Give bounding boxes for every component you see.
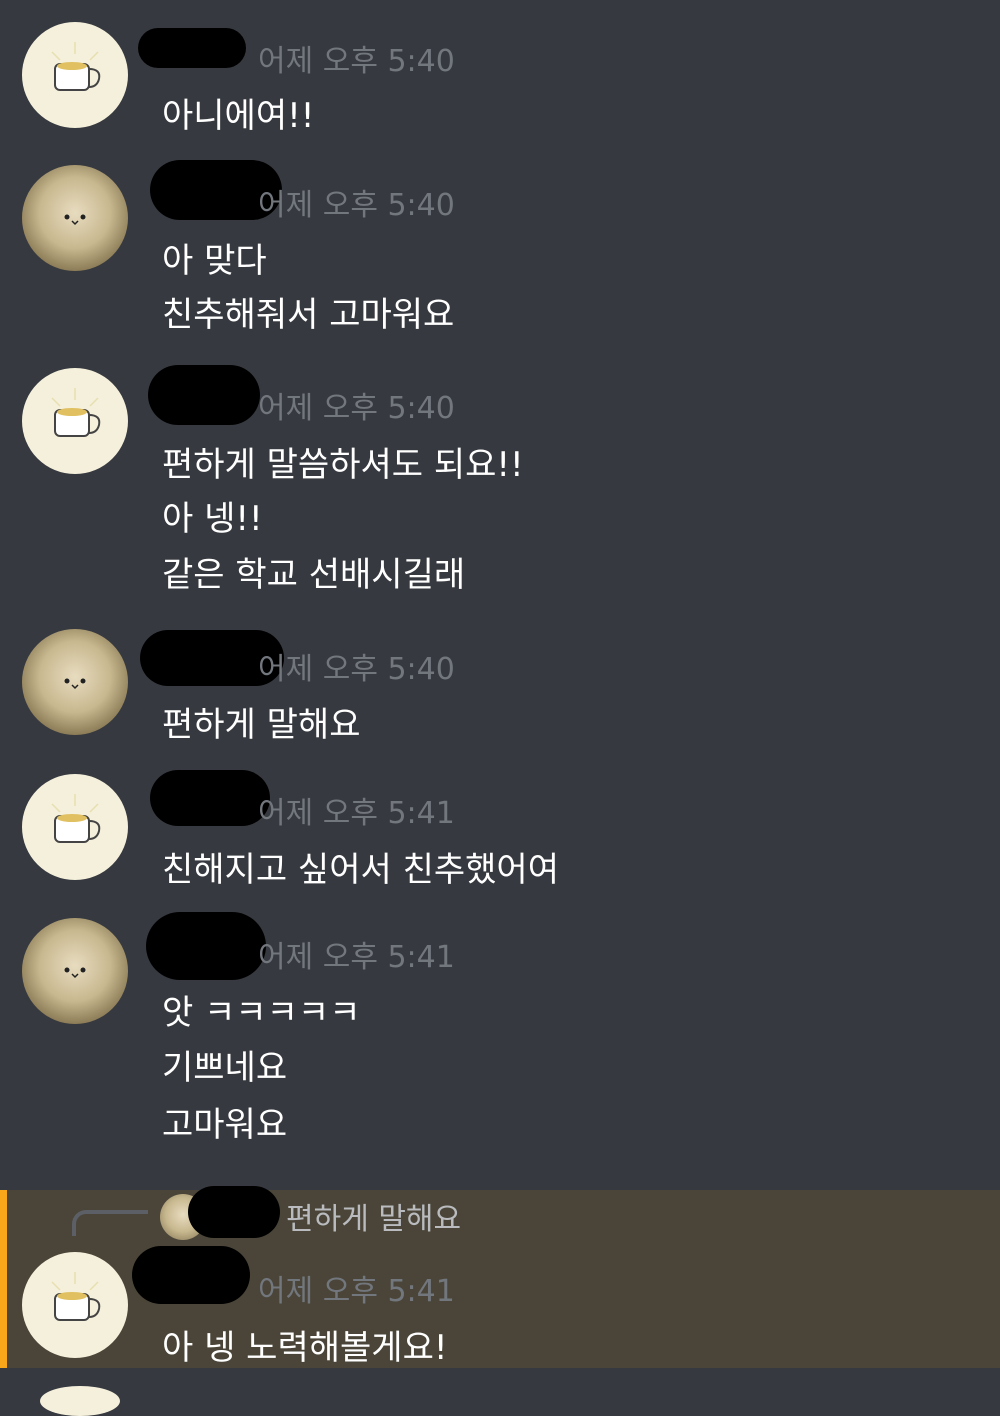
avatar[interactable] bbox=[40, 1386, 120, 1416]
avatar[interactable] bbox=[22, 22, 128, 128]
timestamp: 어제 오후 5:40 bbox=[258, 44, 455, 79]
timestamp: 어제 오후 5:40 bbox=[258, 188, 455, 223]
message-text: 편하게 말씀하셔도 되요!! bbox=[162, 445, 524, 485]
message-text: 친해지고 싶어서 친추했어여 bbox=[162, 850, 559, 890]
cat-face-icon bbox=[64, 214, 86, 226]
message-text: 친추해줘서 고마워요 bbox=[162, 295, 455, 335]
avatar[interactable] bbox=[22, 918, 128, 1024]
message-text: 아 넹 노력해볼게요! bbox=[162, 1328, 448, 1368]
message-text: 아니에여!! bbox=[162, 96, 315, 136]
message-text: 고마워요 bbox=[162, 1105, 288, 1145]
redacted-username bbox=[150, 770, 270, 826]
highlighted-reply-message: 편하게 말해요 어제 오후 5:41 아 넹 노력해볼게요! bbox=[0, 1186, 1000, 1368]
timestamp: 어제 오후 5:40 bbox=[258, 391, 455, 426]
timestamp: 어제 오후 5:40 bbox=[258, 652, 455, 687]
timestamp: 어제 오후 5:41 bbox=[258, 940, 455, 975]
reply-quote[interactable]: 편하게 말해요 bbox=[286, 1194, 461, 1238]
avatar[interactable] bbox=[22, 629, 128, 735]
message-text: 아 넹!! bbox=[162, 499, 263, 539]
avatar[interactable] bbox=[22, 165, 128, 271]
redacted-username bbox=[132, 1246, 250, 1304]
message-text: 아 맞다 bbox=[162, 241, 267, 281]
redacted-username bbox=[138, 28, 246, 68]
cat-face-icon bbox=[64, 967, 86, 979]
redacted-username bbox=[148, 365, 260, 425]
avatar[interactable] bbox=[22, 1252, 128, 1358]
message-text: 같은 학교 선배시길래 bbox=[162, 555, 466, 595]
avatar[interactable] bbox=[22, 368, 128, 474]
coffee-cup-icon bbox=[51, 1272, 101, 1321]
coffee-cup-icon bbox=[51, 388, 101, 437]
cat-face-icon bbox=[64, 678, 86, 690]
highlight-bar bbox=[0, 1190, 7, 1368]
coffee-cup-icon bbox=[51, 794, 101, 843]
avatar[interactable] bbox=[22, 774, 128, 880]
message-text: 앗 ㅋㅋㅋㅋㅋ bbox=[162, 993, 361, 1033]
coffee-cup-icon bbox=[51, 42, 101, 91]
redacted-username bbox=[188, 1186, 280, 1238]
redacted-username bbox=[146, 912, 266, 980]
timestamp: 어제 오후 5:41 bbox=[258, 796, 455, 831]
timestamp: 어제 오후 5:41 bbox=[258, 1274, 455, 1309]
message-text: 기쁘네요 bbox=[162, 1048, 288, 1088]
reply-connector bbox=[72, 1210, 148, 1236]
message-text: 편하게 말해요 bbox=[162, 705, 361, 745]
